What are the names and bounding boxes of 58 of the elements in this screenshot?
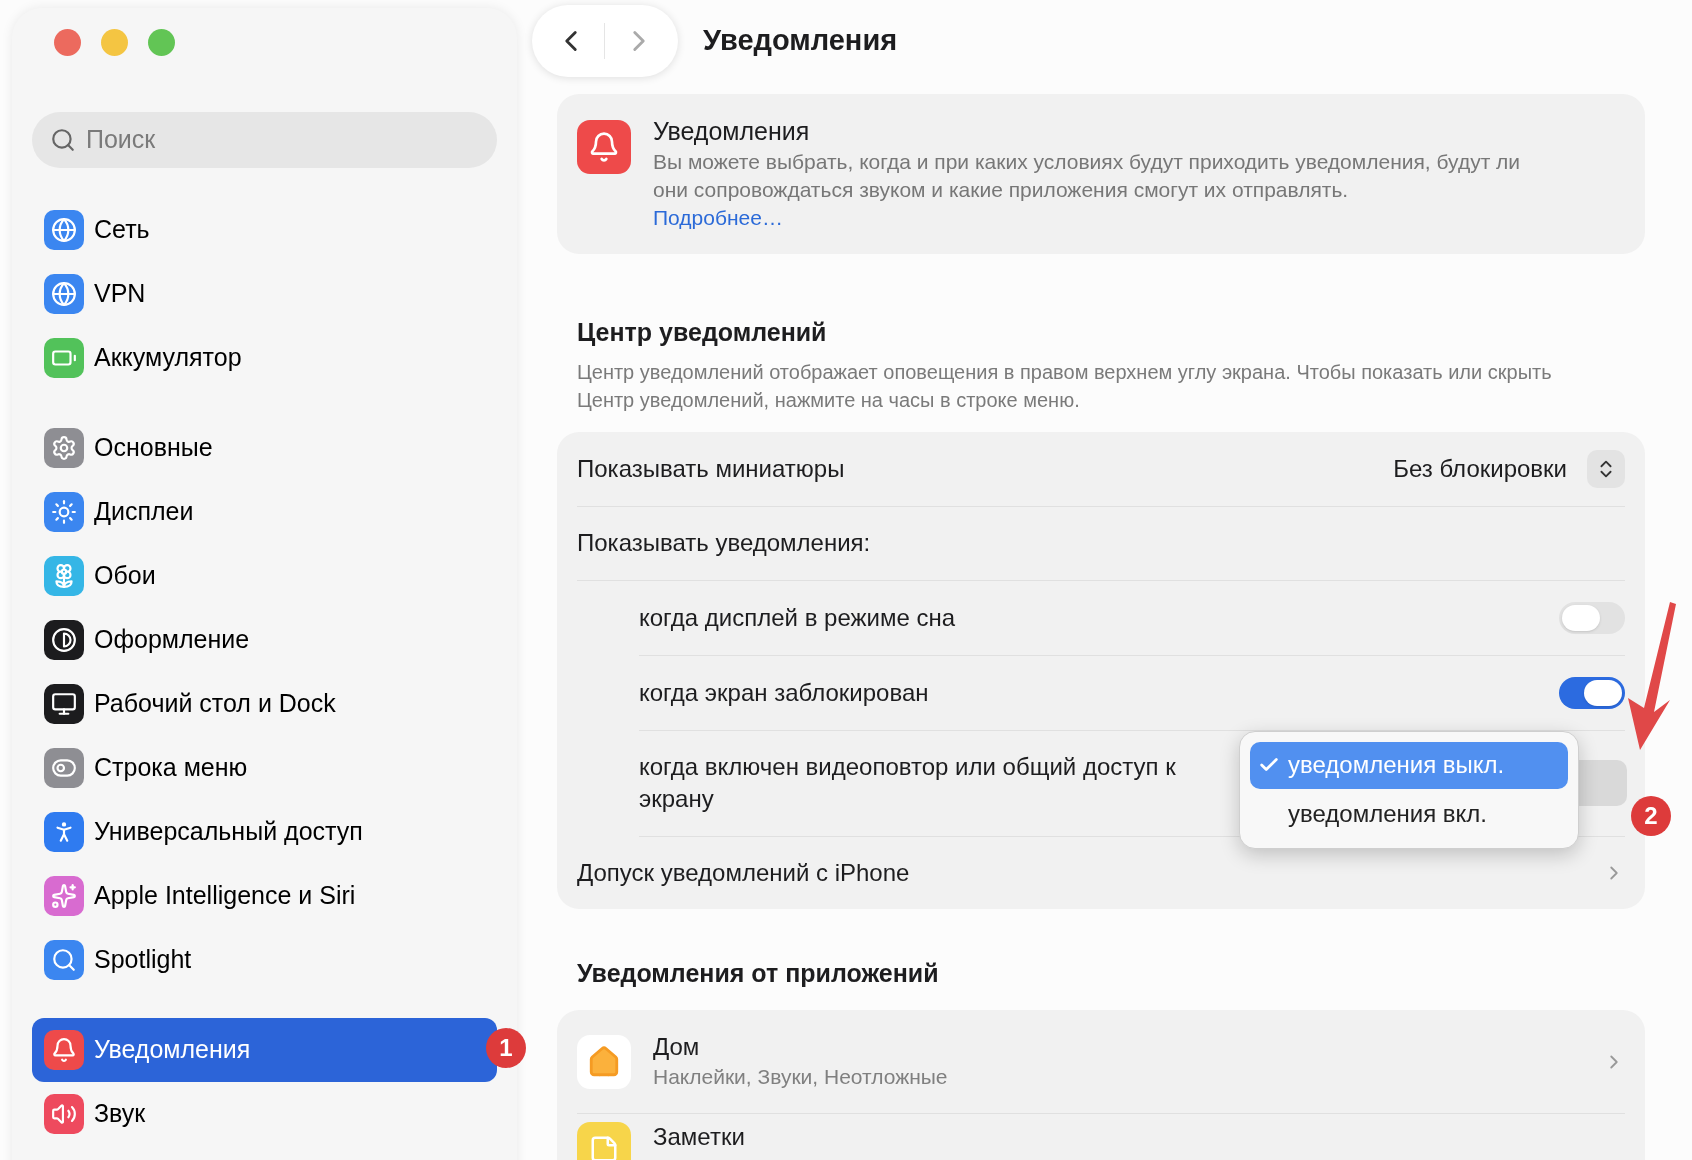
sun-icon [44, 492, 84, 532]
section-description: Центр уведомлений отображает оповещения в правом верхнем углу экрана. Чтобы показать или скрыть Центр уведомлений, нажмите на часы в строке меню. [577, 359, 1553, 413]
row-label: когда экран заблокирован [639, 677, 929, 708]
bell-icon [44, 1030, 84, 1070]
step-badge: 2 [1631, 796, 1671, 836]
iphone-notifications-row[interactable]: Допуск уведомлений с iPhone [577, 836, 1625, 909]
intro-title: Уведомления [653, 116, 811, 146]
search-field[interactable]: Поиск [32, 112, 497, 168]
zoom-button[interactable] [148, 29, 175, 56]
row-label: Показывать уведомления: [577, 528, 871, 558]
minimize-button[interactable] [101, 29, 128, 56]
sidebar-item[interactable]: Строка меню [32, 736, 497, 800]
sidebar-item[interactable]: Apple Intelligence и Siri [32, 864, 497, 928]
person-icon [44, 812, 84, 852]
sidebar-item[interactable]: Универсальный доступ [32, 800, 497, 864]
flower-icon [44, 556, 84, 596]
bell-icon [577, 120, 631, 174]
sidebar-item[interactable]: VPN [32, 262, 497, 326]
toggle-switch[interactable] [1559, 676, 1625, 709]
toggle-switch[interactable] [1559, 601, 1625, 634]
row-label: Показывать миниатюры [577, 453, 845, 484]
step-badge: 1 [486, 1028, 526, 1068]
speaker-icon [44, 1094, 84, 1134]
sidebar-item[interactable]: Дисплеи [32, 480, 497, 544]
globe-icon [44, 210, 84, 250]
thumbnail-select[interactable]: Без блокировки [1393, 449, 1625, 488]
menu-item[interactable]: уведомления вкл. [1250, 790, 1568, 838]
note-icon [577, 1122, 631, 1160]
sparkles-icon [44, 876, 84, 916]
sidebar-item[interactable]: Основные [32, 416, 497, 480]
app-row[interactable]: Дом Наклейки, Звуки, Неотложные [577, 1010, 1625, 1114]
search-icon [50, 127, 76, 153]
sidebar-item[interactable]: Spotlight [32, 928, 497, 992]
sidebar-item[interactable]: Рабочий стол и Dock [32, 672, 497, 736]
learn-more-link[interactable]: Подробнее… [653, 204, 783, 232]
sidebar-item[interactable]: Уведомления [32, 1018, 497, 1082]
intro-description: Вы можете выбрать, когда и при каких условиях будут приходить уведомления, будут ли они сопровождаться звуком и какие приложения смогут их отправлять. [653, 149, 1522, 203]
app-row[interactable]: Заметки [577, 1114, 1625, 1160]
sidebar-item[interactable]: Звук [32, 1082, 497, 1146]
contrast-icon [44, 620, 84, 660]
gear-icon [44, 428, 84, 468]
sidebar-item[interactable]: Сеть [32, 198, 497, 262]
row-label: когда включен видеоповтор или общий доступ к экрану [639, 752, 1177, 814]
battery-icon [44, 338, 84, 378]
sidebar-item[interactable]: Оформление [32, 608, 497, 672]
row-label: когда дисплей в режиме сна [639, 602, 956, 633]
sidebar-item[interactable]: Аккумулятор [32, 326, 497, 390]
section-heading: Уведомления от приложений [576, 957, 940, 989]
globe-icon [44, 274, 84, 314]
house-icon [577, 1034, 631, 1089]
section-heading: Центр уведомлений [577, 317, 828, 348]
toggle-icon [44, 748, 84, 788]
monitor-icon [44, 684, 84, 724]
search-icon [44, 940, 84, 980]
search-input[interactable]: Поиск [86, 121, 466, 159]
sidebar-item[interactable]: Обои [32, 544, 497, 608]
close-button[interactable] [54, 29, 81, 56]
page-title: Уведомления [703, 23, 898, 59]
